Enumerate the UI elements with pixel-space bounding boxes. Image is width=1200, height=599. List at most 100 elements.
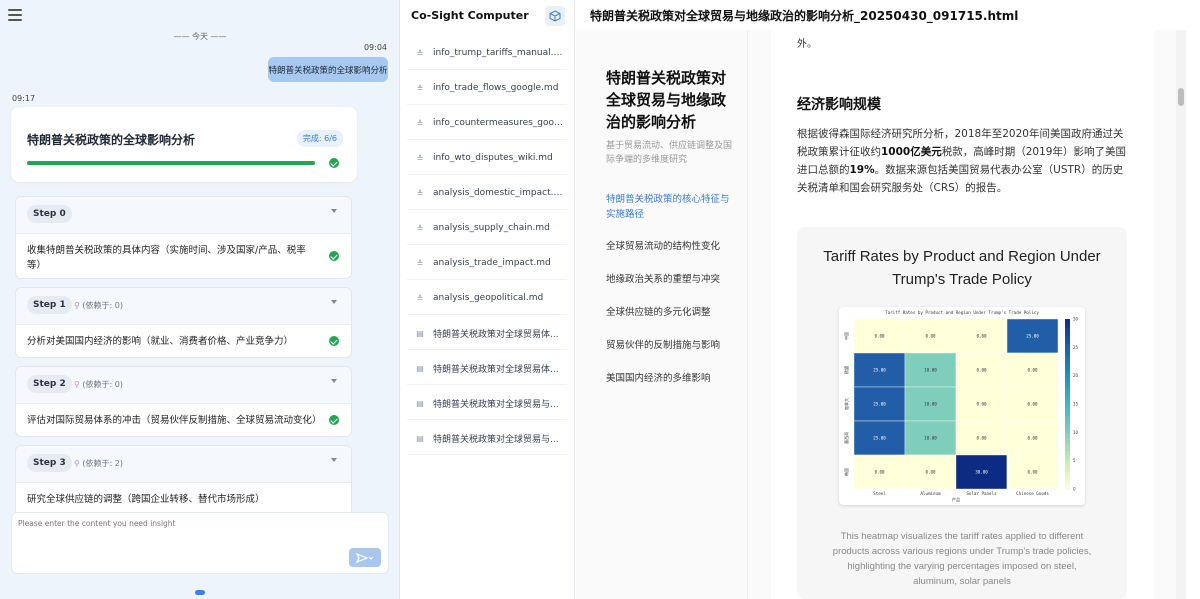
reply-time: 09:17 — [12, 94, 36, 103]
paragraph-highlight: 19% — [849, 164, 875, 176]
step-card[interactable]: Step 0 收集特朗普关税政策的具体内容（实施时间、涉及国家/产品、税率等） — [15, 196, 352, 279]
figure-title: Tariff Rates by Product and Region Under… — [823, 248, 1101, 288]
plan-progress-bar — [27, 161, 315, 165]
step-body: 分析对美国国内经济的影响（就业、消费者价格、产业竞争力） — [16, 324, 351, 357]
heatmap-cell-label: 0.00 — [976, 436, 987, 441]
toc-item[interactable]: 贸易伙伴的反制措施与影响 — [606, 338, 736, 353]
colorbar-segment — [1065, 331, 1070, 337]
file-item[interactable]: ▤ 特朗普关税政策对全球贸易体... — [407, 352, 567, 385]
step-card[interactable]: Step 2 ⚲ (依赖于: 0) 评估对国际贸易体系的冲击（贸易伙伴反制措施、… — [15, 366, 352, 437]
toc-item[interactable]: 全球贸易流动的结构性变化 — [606, 239, 736, 254]
file-name: analysis_geopolitical.md — [433, 293, 544, 303]
colorbar-segment — [1065, 416, 1070, 422]
toc-item[interactable]: 地缘政治关系的重塑与冲突 — [606, 272, 736, 287]
file-panel: Co-Sight Computer ≙ info_trump_tariffs_ma… — [400, 0, 575, 599]
colorbar-segment — [1065, 433, 1070, 439]
file-item[interactable]: ≙ info_countermeasures_googl... — [407, 107, 567, 140]
file-name: info_wto_disputes_wiki.md — [433, 153, 553, 163]
scroll-indicator[interactable] — [195, 590, 205, 595]
link-icon: ⚲ — [74, 459, 80, 468]
file-item[interactable]: ≙ analysis_geopolitical.md — [407, 282, 567, 315]
panel-title: Co-Sight Computer — [411, 9, 529, 22]
check-circle-icon — [329, 336, 339, 346]
file-item[interactable]: ≙ info_trade_flows_google.md — [407, 72, 567, 105]
colorbar-segment — [1065, 327, 1070, 333]
scrollbar-thumb[interactable] — [1178, 88, 1184, 106]
chevron-down-icon[interactable] — [331, 300, 337, 304]
heatmap-cell-label: 0.00 — [976, 402, 987, 407]
send-button[interactable] — [349, 548, 381, 567]
document-sidebar: 特朗普关税政策对全球贸易与地缘政治的影响分析 基于贸易流动、供应链调整及国际争端… — [576, 30, 748, 599]
heatmap-row-label: 加拿大 — [843, 398, 849, 410]
toc-item[interactable]: 全球供应链的多元化调整 — [606, 305, 736, 320]
file-name: analysis_supply_chain.md — [433, 223, 550, 233]
chevron-down-icon[interactable] — [331, 209, 337, 213]
colorbar-segment — [1065, 446, 1070, 452]
colorbar-segment — [1065, 378, 1070, 384]
colorbar-tick-label: 5 — [1073, 458, 1076, 463]
document-title: 特朗普关税政策对全球贸易与地缘政治的影响分析 — [606, 69, 727, 131]
colorbar-segment — [1065, 467, 1070, 473]
file-item[interactable]: ▤ 特朗普关税政策对全球贸易与... — [407, 387, 567, 420]
file-item[interactable]: ≙ analysis_supply_chain.md — [407, 212, 567, 245]
colorbar-segment — [1065, 353, 1070, 358]
heatmap-cell-label: 0.00 — [925, 470, 936, 475]
chevron-down-icon[interactable] — [331, 379, 337, 383]
file-name: info_trade_flows_google.md — [433, 83, 559, 93]
chevron-down-icon[interactable] — [331, 458, 337, 462]
toc-item[interactable]: 特朗普关税政策的核心特征与实施路径 — [606, 192, 736, 222]
step-header[interactable]: Step 1 ⚲ (依赖于: 0) — [16, 288, 351, 324]
menu-icon[interactable] — [8, 9, 22, 21]
file-name: analysis_domestic_impact.md — [433, 188, 566, 198]
step-text: 评估对国际贸易体系的冲击（贸易伙伴反制措施、全球贸易流动变化） — [27, 415, 322, 426]
colorbar-segment — [1065, 365, 1070, 371]
step-label: Step 3 — [27, 454, 72, 472]
file-item[interactable]: ▤ 特朗普关税政策对全球贸易体... — [407, 317, 567, 350]
file-name: analysis_trade_impact.md — [433, 258, 551, 268]
step-label: Step 1 — [27, 296, 72, 314]
step-card[interactable]: Step 3 ⚲ (依赖于: 2) 研究全球供应链的调整（跨国企业转移、替代市场… — [15, 445, 352, 516]
colorbar-segment — [1065, 391, 1070, 396]
colorbar-tick-label: 0 — [1073, 487, 1076, 492]
step-header[interactable]: Step 0 — [16, 197, 351, 233]
colorbar-segment — [1065, 480, 1070, 486]
plan-title: 特朗普关税政策的全球影响分析 — [27, 133, 196, 147]
file-item[interactable]: ≙ analysis_trade_impact.md — [407, 247, 567, 280]
file-item[interactable]: ≙ info_wto_disputes_wiki.md — [407, 142, 567, 175]
toc-item[interactable]: 美国国内经济的多维影响 — [606, 371, 736, 386]
colorbar-segment — [1065, 336, 1070, 341]
heatmap-cell-label: 0.00 — [874, 470, 885, 475]
heatmap-cell-label: 25.00 — [1026, 334, 1039, 339]
markdown-icon: ≙ — [416, 153, 424, 163]
heatmap-cell-label: 25.00 — [873, 436, 886, 441]
heatmap-cell-label: 0.00 — [874, 334, 885, 339]
file-item[interactable]: ▤ 特朗普关税政策对全球贸易与... — [407, 422, 567, 455]
colorbar-tick-label: 10 — [1073, 430, 1079, 435]
colorbar-segment — [1065, 370, 1070, 375]
step-card[interactable]: Step 1 ⚲ (依赖于: 0) 分析对美国国内经济的影响（就业、消费者价格、… — [15, 287, 352, 358]
file-name: 特朗普关税政策对全球贸易体... — [433, 329, 559, 340]
heatmap-xlabel: 产品 — [952, 496, 960, 503]
file-item[interactable]: ≙ info_trump_tariffs_manual.md — [407, 37, 567, 70]
chat-input-box[interactable] — [11, 512, 389, 574]
step-header[interactable]: Step 3 ⚲ (依赖于: 2) — [16, 446, 351, 482]
file-name: 特朗普关税政策对全球贸易与... — [433, 399, 559, 410]
chat-input[interactable] — [18, 519, 348, 528]
colorbar-tick-label: 30 — [1073, 317, 1079, 322]
heatmap-cell-label: 0.00 — [1027, 402, 1038, 407]
document-scrollbar[interactable] — [1176, 30, 1186, 599]
send-icon — [356, 552, 374, 563]
paragraph-highlight: 1000亿美元 — [881, 146, 942, 158]
file-item[interactable]: ≙ analysis_domestic_impact.md — [407, 177, 567, 210]
heatmap-cell-label: 25.00 — [873, 368, 886, 373]
heatmap-column-label: Aluminum — [920, 491, 941, 496]
markdown-icon: ≙ — [416, 48, 424, 58]
colorbar-segment — [1065, 429, 1070, 435]
cube-button[interactable] — [545, 6, 565, 26]
heatmap-cell-label: 10.00 — [924, 368, 937, 373]
colorbar-segment — [1065, 374, 1070, 379]
step-dependency-text: (依赖于: 0) — [82, 301, 123, 310]
step-header[interactable]: Step 2 ⚲ (依赖于: 0) — [16, 367, 351, 403]
plan-progress-fill — [27, 161, 315, 165]
file-name: info_countermeasures_googl... — [433, 118, 566, 128]
